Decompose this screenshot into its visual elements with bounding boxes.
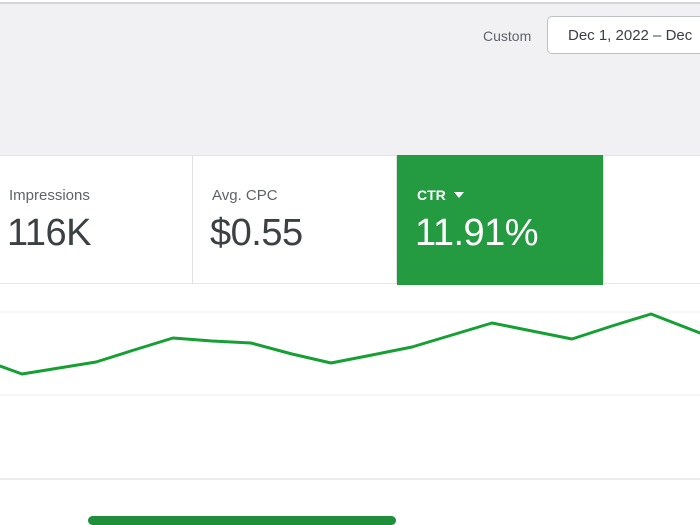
metric-label: CTR	[417, 187, 464, 203]
metric-label: Avg. CPC	[212, 187, 278, 204]
metric-card-impressions[interactable]: Impressions 116K	[0, 156, 192, 284]
metric-value: 116K	[7, 212, 91, 255]
dropdown-arrow-icon[interactable]	[454, 192, 464, 198]
date-range-text: Dec 1, 2022 – Dec	[568, 27, 692, 44]
metric-label: Impressions	[9, 187, 90, 204]
card-divider	[603, 156, 604, 284]
metric-card-ctr[interactable]: CTR 11.91%	[397, 155, 603, 285]
metric-card-avg-cpc[interactable]: Avg. CPC $0.55	[193, 156, 396, 284]
horizontal-scrollbar-thumb[interactable]	[88, 516, 396, 525]
metric-label-text: CTR	[417, 187, 446, 203]
metrics-row: Impressions 116K Avg. CPC $0.55 CTR 11.9…	[0, 156, 700, 284]
metric-value: 11.91%	[415, 212, 538, 255]
metric-value: $0.55	[210, 212, 303, 255]
date-range-button[interactable]: Dec 1, 2022 – Dec	[547, 16, 700, 54]
ctr-line-chart	[0, 285, 700, 525]
header-panel: Custom Dec 1, 2022 – Dec	[0, 4, 700, 156]
date-range-type-label: Custom	[483, 28, 531, 44]
